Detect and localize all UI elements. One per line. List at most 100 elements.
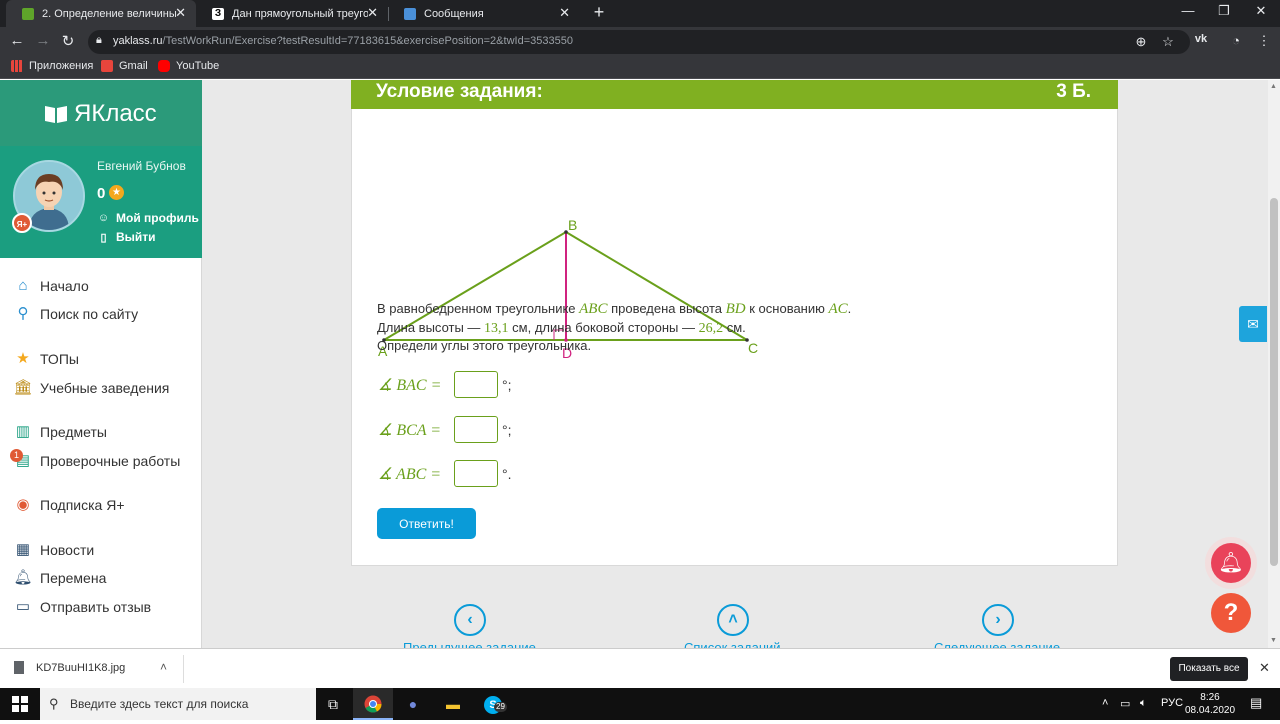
language-indicator[interactable]: РУС: [1161, 697, 1183, 709]
site-logo[interactable]: ЯКласс: [44, 100, 157, 128]
close-icon[interactable]: ✕: [175, 6, 186, 20]
new-tab-icon[interactable]: +: [590, 2, 608, 23]
file-explorer-icon[interactable]: ▬: [433, 688, 473, 720]
tab-title: Дан прямоугольный треугольник: [232, 7, 368, 20]
sidebar-item-news[interactable]: ▦ Новости: [13, 541, 94, 559]
sidebar-item-home[interactable]: ⌂ Начало: [13, 277, 89, 295]
volume-icon[interactable]: 🔈︎: [1140, 697, 1147, 710]
bookmark-apps[interactable]: Приложения: [11, 60, 93, 72]
math-number: 26,2: [698, 321, 724, 336]
prev-task-link[interactable]: Предыдущее задание: [403, 640, 536, 648]
answer-row-bca: ∡ BCA = °;: [378, 416, 512, 443]
text-part: к основанию: [745, 301, 829, 316]
label-b: B: [568, 217, 577, 233]
clock-time: 8:26: [1200, 692, 1220, 703]
window-close-icon[interactable]: ✕: [1251, 3, 1271, 19]
bookmark-youtube[interactable]: YouTube: [158, 60, 219, 72]
download-bar: KD7BuuHI1K8.jpg ˄ Показать все ✕: [0, 648, 1280, 688]
next-task-link[interactable]: Следующее задание: [934, 640, 1060, 648]
reload-icon[interactable]: ↻: [58, 32, 78, 50]
subscription-icon: ◉: [16, 496, 30, 513]
tab-2[interactable]: З Дан прямоугольный треугольник ✕: [196, 0, 388, 27]
sidebar-item-label: Начало: [40, 278, 89, 294]
submit-answer-button[interactable]: Ответить!: [377, 508, 476, 539]
bookmark-star-icon[interactable]: ☆: [1160, 34, 1176, 50]
scroll-up-icon[interactable]: ▲: [1270, 83, 1277, 90]
address-bar[interactable]: 🔒︎ yaklass.ru/TestWorkRun/Exercise?testR…: [88, 30, 1190, 54]
menu-dots-icon[interactable]: ⋮: [1256, 33, 1272, 49]
page: ЯКласс Я+ Евгений Бубнов 0 ★ ☺ Мой профи…: [0, 80, 1280, 648]
clock-date: 08.04.2020: [1184, 705, 1236, 716]
clock[interactable]: 8:26 08.04.2020: [1182, 691, 1238, 717]
scroll-down-icon[interactable]: ▼: [1270, 637, 1277, 644]
discord-app-icon[interactable]: ●: [393, 688, 433, 720]
page-scrollbar[interactable]: ▲ ▼: [1268, 80, 1280, 648]
bookmarks-bar: Приложения Gmail YouTube: [0, 57, 1280, 79]
angle-bac-input[interactable]: [454, 371, 498, 398]
chevron-up-icon[interactable]: ˄: [160, 660, 167, 674]
task-list-link[interactable]: Список заданий: [684, 640, 781, 648]
action-center-icon[interactable]: ▤: [1250, 695, 1262, 711]
scroll-thumb[interactable]: [1270, 198, 1278, 566]
network-icon[interactable]: ▭: [1120, 697, 1130, 710]
sidebar-item-label: Учебные заведения: [40, 380, 170, 396]
back-arrow-icon[interactable]: ←: [7, 32, 27, 49]
angle-bca-input[interactable]: [454, 416, 498, 443]
download-item[interactable]: KD7BuuHI1K8.jpg: [14, 661, 125, 674]
task-view-icon[interactable]: ⧉: [313, 688, 353, 720]
answer-row-bac: ∡ BAC = °;: [378, 371, 512, 398]
logout-link[interactable]: ▯ Выйти: [97, 230, 155, 244]
sidebar-item-tops[interactable]: ★ ТОПы: [13, 350, 79, 368]
answer-suffix: °;: [502, 421, 512, 438]
windows-taskbar: ⚲ Введите здесь текст для поиска ⧉ ● ▬ S…: [0, 688, 1280, 720]
extension-icon[interactable]: ◔: [1228, 33, 1244, 48]
sidebar-item-subjects[interactable]: ▥ Предметы: [13, 423, 107, 441]
task-list-icon[interactable]: ˄: [717, 604, 749, 636]
bookmark-label: Gmail: [119, 60, 148, 72]
sidebar-item-subscription[interactable]: ◉ Подписка Я+: [13, 496, 124, 514]
divider: [183, 655, 184, 683]
tab-1[interactable]: 2. Определение величины углов ✕: [6, 0, 196, 27]
windows-start-icon[interactable]: [12, 696, 28, 712]
search-placeholder: Введите здесь текст для поиска: [70, 697, 249, 711]
close-icon[interactable]: ✕: [1259, 660, 1270, 676]
sidebar-item-feedback[interactable]: ▭ Отправить отзыв: [13, 598, 151, 616]
sidebar-item-break[interactable]: 🔔︎ Перемена: [13, 569, 106, 587]
angle-abc-input[interactable]: [454, 460, 498, 487]
sidebar-item-search[interactable]: ⚲ Поиск по сайту: [13, 305, 139, 323]
restore-icon[interactable]: ❐: [1214, 3, 1234, 19]
sidebar-item-label: Отправить отзыв: [40, 599, 152, 615]
close-icon[interactable]: ✕: [559, 6, 570, 20]
user-name[interactable]: Евгений Бубнов: [97, 159, 186, 173]
answer-suffix: °;: [502, 376, 512, 393]
sidebar-item-tests[interactable]: ▤ Проверочные работы: [13, 452, 180, 470]
notification-badge: 1: [10, 449, 23, 462]
install-icon[interactable]: ⊕: [1133, 34, 1149, 50]
sidebar-item-label: Поиск по сайту: [40, 306, 139, 322]
math-number: 13,1: [484, 321, 509, 336]
vk-extension-icon[interactable]: vk: [1193, 33, 1209, 45]
windows-search-input[interactable]: ⚲ Введите здесь текст для поиска: [40, 688, 316, 720]
next-task-icon[interactable]: ›: [982, 604, 1014, 636]
skype-app-icon[interactable]: S 29: [473, 688, 513, 720]
home-icon: ⌂: [18, 277, 28, 294]
minimize-icon[interactable]: —: [1178, 3, 1198, 18]
task-text-line-2: Длина высоты — 13,1 см, длина боковой ст…: [377, 320, 746, 337]
mail-icon[interactable]: ✉: [1239, 306, 1267, 342]
search-icon: ⚲: [17, 305, 29, 322]
tab-3[interactable]: Сообщения ✕: [388, 0, 580, 27]
answer-suffix: °.: [502, 465, 512, 482]
sidebar-item-institutions[interactable]: 🏛︎ Учебные заведения: [13, 379, 169, 397]
my-profile-link[interactable]: ☺ Мой профиль: [97, 211, 199, 225]
logo-band: ЯКласс: [0, 80, 202, 146]
help-question-icon[interactable]: ?: [1211, 593, 1251, 633]
prev-task-icon[interactable]: ‹: [454, 604, 486, 636]
show-all-downloads-button[interactable]: Показать все: [1170, 657, 1248, 681]
forward-arrow-icon[interactable]: →: [33, 32, 53, 49]
chrome-app-icon[interactable]: [353, 688, 393, 720]
close-icon[interactable]: ✕: [367, 6, 378, 20]
text-part: .: [847, 301, 852, 316]
bookmark-gmail[interactable]: Gmail: [101, 60, 148, 72]
notifications-button[interactable]: 🔔︎: [1205, 537, 1257, 589]
tray-chevron-icon[interactable]: ˄: [1102, 697, 1108, 709]
